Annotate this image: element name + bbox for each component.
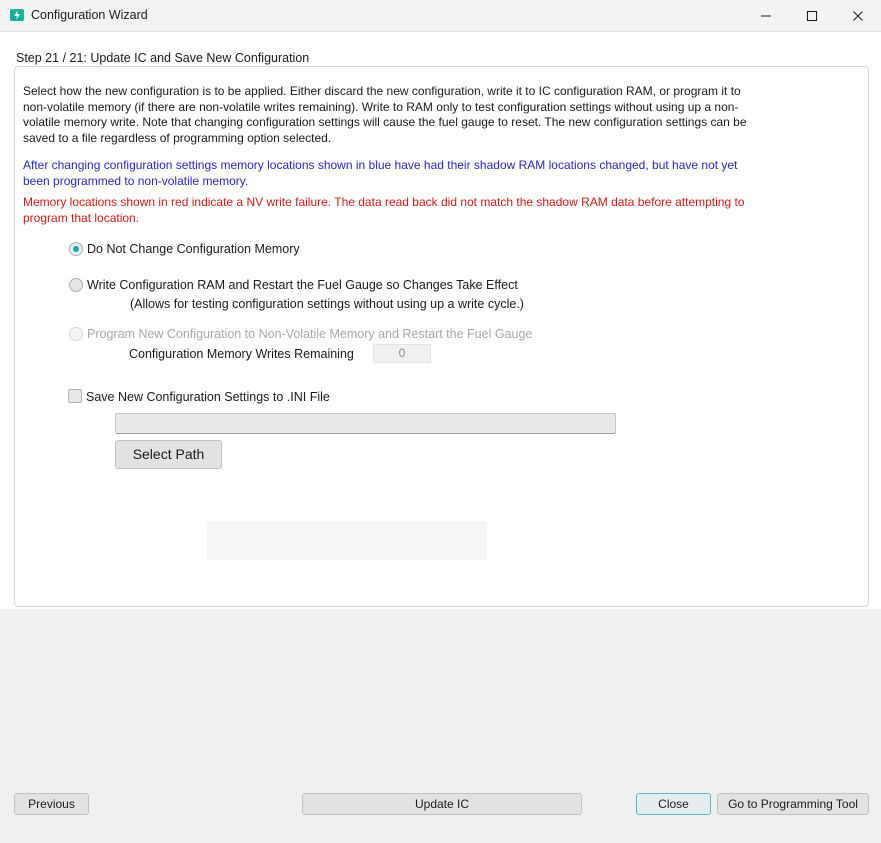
radio-program-nvm (69, 327, 83, 341)
writes-remaining-label: Configuration Memory Writes Remaining (129, 347, 354, 361)
write-ram-note: (Allows for testing configuration settin… (130, 297, 524, 311)
update-ic-button[interactable]: Update IC (302, 793, 582, 815)
save-ini-checkbox[interactable] (68, 389, 82, 403)
step-title: Step 21 / 21: Update IC and Save New Con… (16, 51, 310, 65)
close-window-icon[interactable] (835, 0, 881, 31)
go-to-programming-tool-button[interactable]: Go to Programming Tool (717, 793, 869, 815)
maximize-icon[interactable] (789, 0, 835, 31)
description-text: Select how the new configuration is to b… (23, 84, 747, 145)
radio-program-nvm-label: Program New Configuration to Non-Volatil… (87, 327, 533, 341)
blue-note-text: After changing configuration settings me… (23, 158, 738, 188)
radio-write-ram[interactable] (69, 278, 83, 292)
save-ini-label[interactable]: Save New Configuration Settings to .INI … (86, 390, 330, 404)
select-path-button[interactable]: Select Path (115, 440, 222, 469)
writes-remaining-value: 0 (373, 344, 431, 363)
minimize-icon[interactable] (743, 0, 789, 31)
ini-path-field[interactable] (115, 413, 616, 434)
previous-button[interactable]: Previous (14, 793, 89, 815)
radio-write-ram-label[interactable]: Write Configuration RAM and Restart the … (87, 278, 518, 292)
status-area (207, 521, 487, 560)
app-bolt-icon (10, 9, 24, 21)
red-note-text: Memory locations shown in red indicate a… (23, 195, 745, 225)
radio-no-change[interactable] (69, 242, 83, 256)
title-bar: Configuration Wizard (0, 0, 881, 32)
radio-no-change-label[interactable]: Do Not Change Configuration Memory (87, 242, 300, 256)
close-button[interactable]: Close (636, 793, 711, 815)
window-title: Configuration Wizard (31, 8, 148, 22)
